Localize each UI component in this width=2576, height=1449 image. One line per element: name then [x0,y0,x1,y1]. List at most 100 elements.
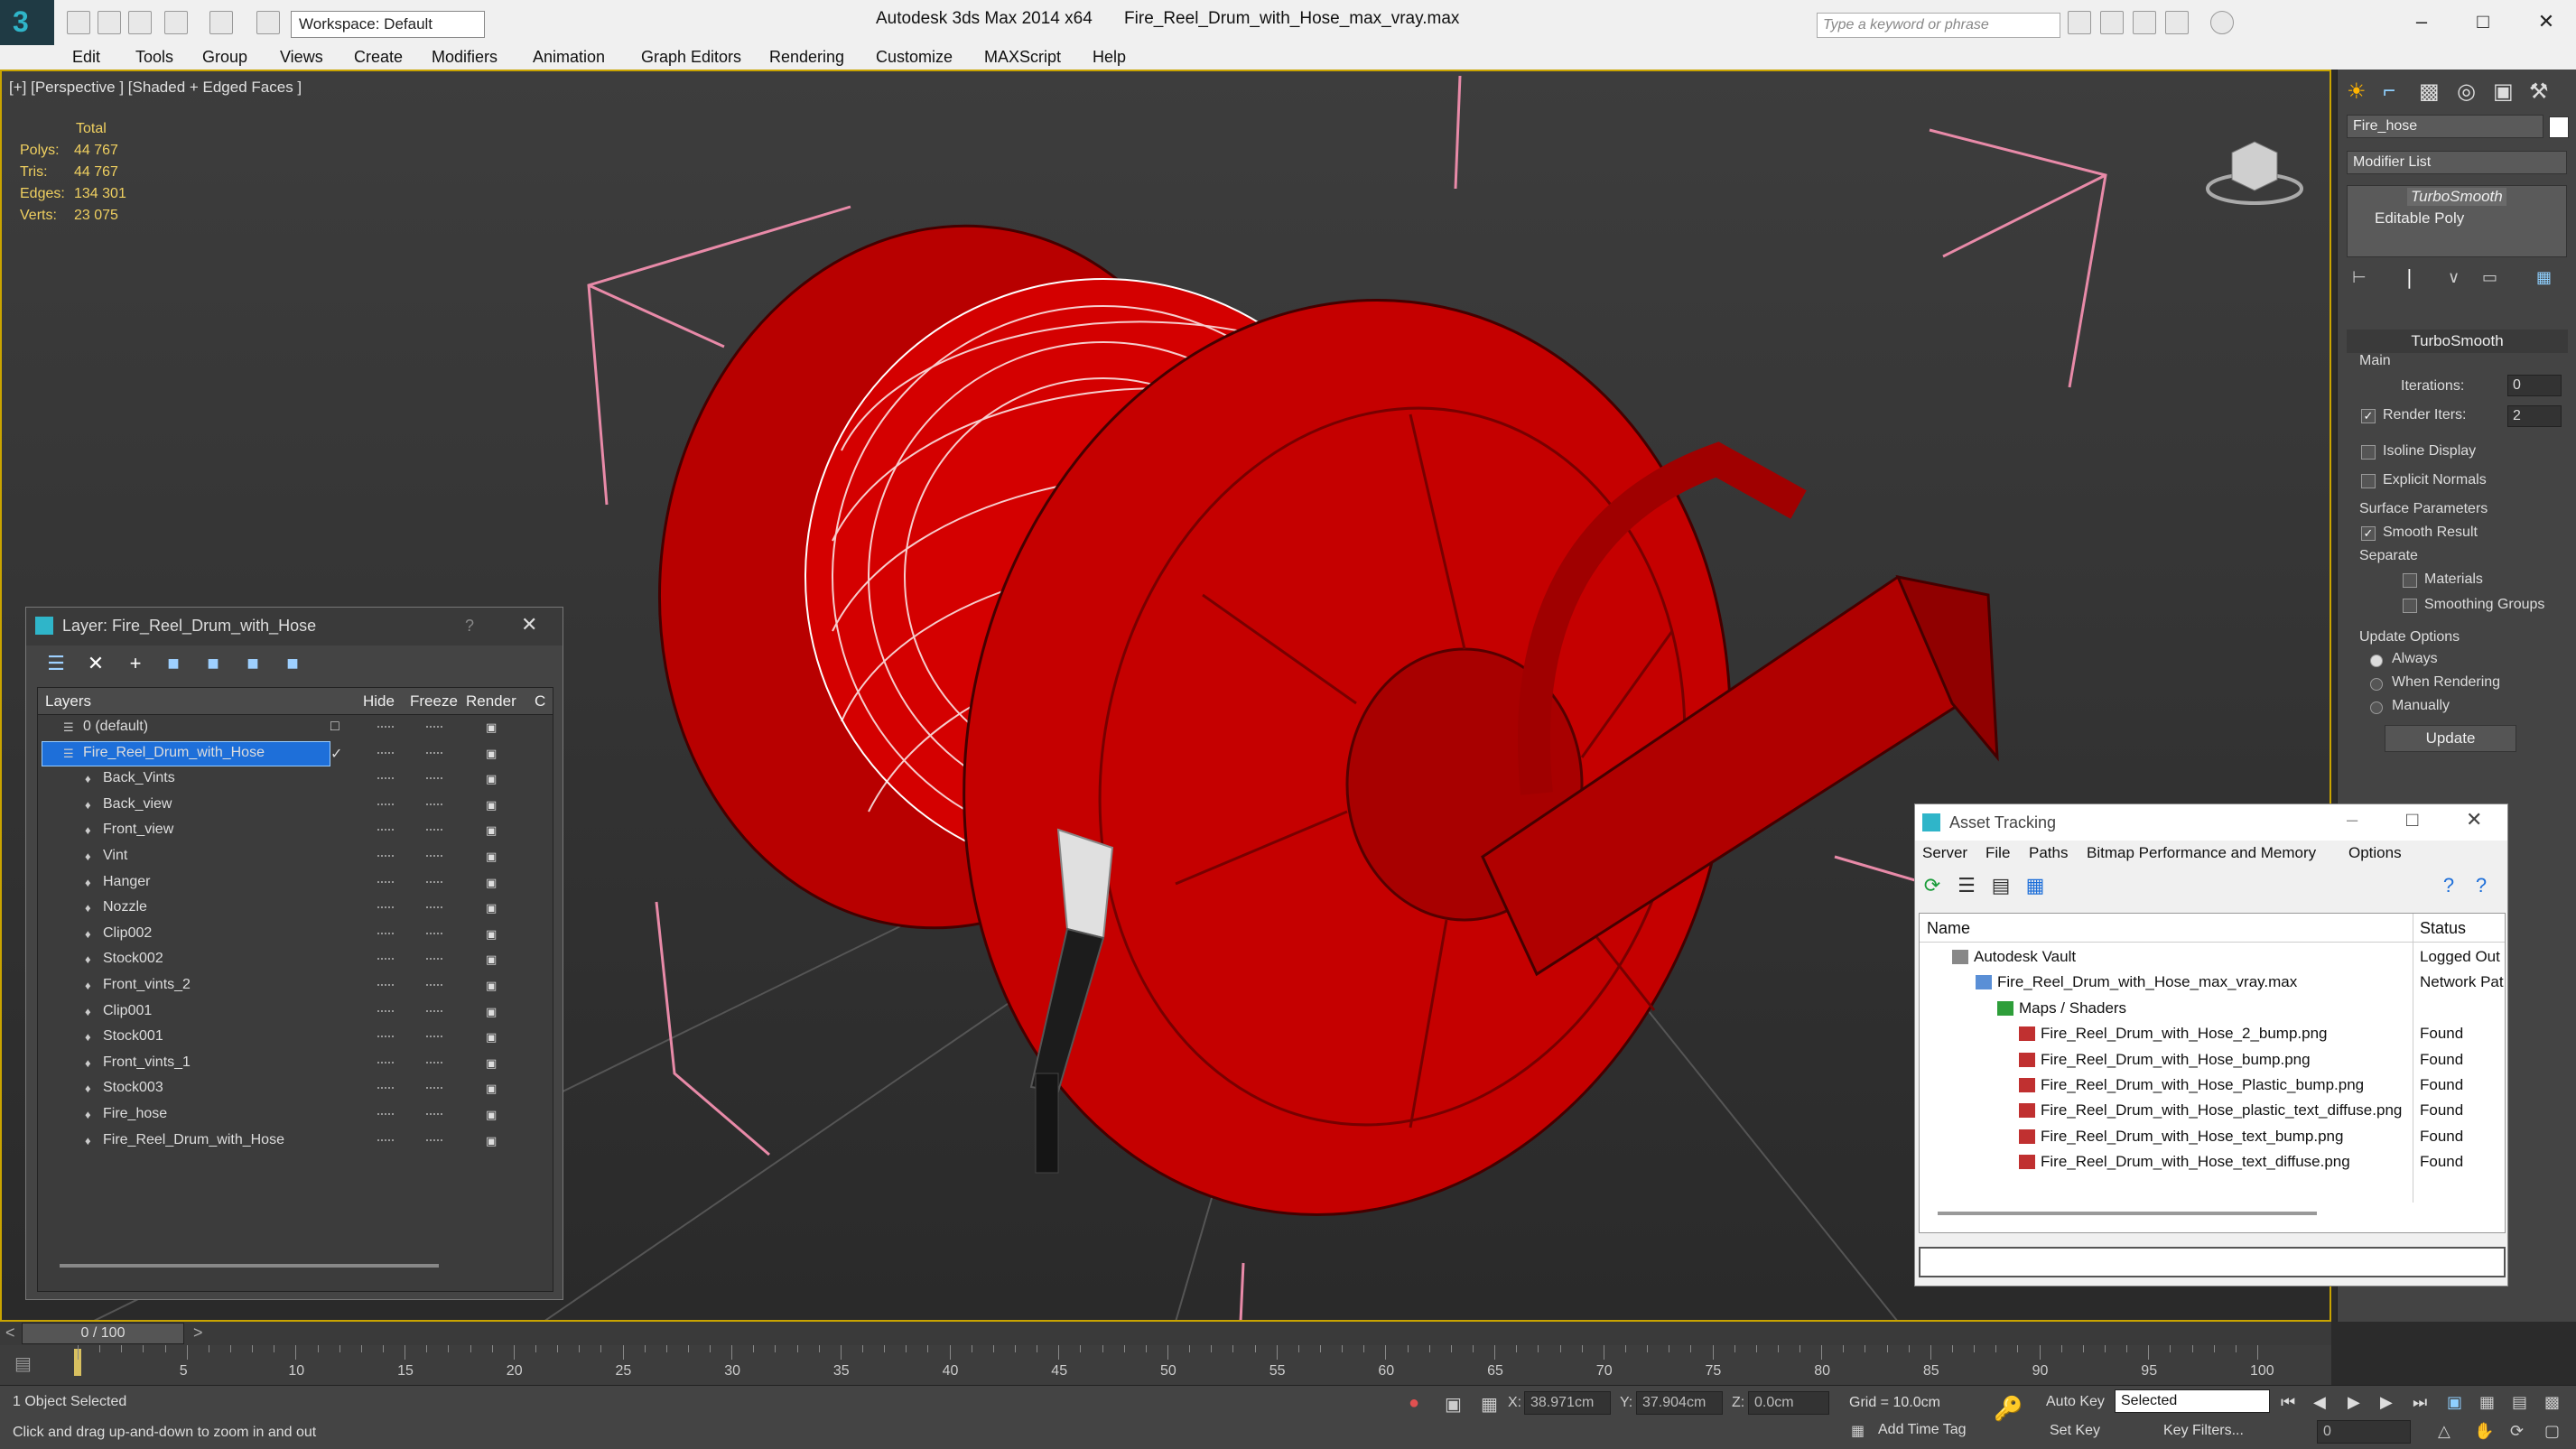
track-bar[interactable]: ▤ 5 10 15 20 25 30 35 40 45 50 55 60 65 70 75 80 85 90 95 1… [0,1345,2331,1385]
col-layers[interactable]: Layers [45,692,91,711]
close-button[interactable]: ✕ [2466,808,2482,831]
undo-icon[interactable] [164,11,188,34]
asset-row[interactable]: Maps / Shaders [1920,996,2505,1021]
current-frame-field[interactable]: 0 [2317,1420,2411,1444]
zoom-extents-all-icon[interactable]: ▩ [2544,1393,2560,1412]
render-teapot-icon[interactable]: ▣ [486,720,502,735]
asset-row[interactable]: Fire_Reel_Drum_with_Hose_plastic_text_di… [1920,1098,2505,1123]
layer-row[interactable]: ♦ Fire_hose ▣ [38,1102,553,1128]
freeze-toggle[interactable] [426,777,442,780]
stack-item-turbosmooth[interactable]: TurboSmooth [2407,188,2506,206]
hide-toggle[interactable] [377,1138,394,1142]
favorites-star-icon[interactable] [2165,11,2189,34]
active-layer-box-icon[interactable]: □ [330,719,339,735]
freeze-all-icon[interactable]: ■ [281,653,304,676]
iterations-spinner[interactable]: 0 [2507,375,2562,396]
hide-toggle[interactable] [377,1036,394,1038]
table-view-icon[interactable]: ▦ [2023,875,2047,898]
freeze-toggle[interactable] [426,1087,442,1090]
layer-name[interactable]: Clip002 [103,925,152,942]
new-layer-icon[interactable]: ☰ [44,653,68,676]
col-status[interactable]: Status [2420,919,2466,938]
render-teapot-icon[interactable]: ▣ [486,798,502,813]
modify-tab-icon[interactable]: ⌐ [2383,79,2395,104]
layer-name[interactable]: Back_Vints [103,770,175,786]
time-slider[interactable]: < 0 / 100 > [0,1322,2331,1345]
key-filters-button[interactable]: Key Filters... [2158,1420,2266,1442]
app-logo-icon[interactable]: 3 [0,0,54,45]
render-iters-spinner[interactable]: 2 [2507,405,2562,427]
freeze-toggle[interactable] [426,984,442,987]
layer-explorer-window[interactable]: Layer: Fire_Reel_Drum_with_Hose ? ✕ ☰ ✕ … [25,607,563,1300]
explicit-normals-checkbox[interactable] [2361,474,2376,488]
horizontal-scrollbar[interactable] [60,1264,439,1268]
asset-row[interactable]: Fire_Reel_Drum_with_Hose_bump.png Found [1920,1047,2505,1073]
utilities-tab-icon[interactable]: ⚒ [2529,79,2549,105]
help-button[interactable]: ? [465,617,474,636]
hide-toggle[interactable] [377,1009,394,1013]
isoline-checkbox[interactable] [2361,445,2376,460]
binoculars-icon[interactable] [2068,11,2091,34]
add-time-tag[interactable]: Add Time Tag [1878,1422,1967,1438]
subscription-icon[interactable] [2100,11,2124,34]
layer-row[interactable]: ♦ Fire_Reel_Drum_with_Hose ▣ [38,1129,553,1154]
layer-name[interactable]: Front_vints_2 [103,977,191,993]
new-file-icon[interactable] [67,11,90,34]
layer-row[interactable]: ☰ Fire_Reel_Drum_with_Hose ✓ ▣ [38,740,553,766]
maximize-button[interactable]: □ [2406,808,2418,831]
isolate-icon[interactable]: ● [1409,1393,1419,1414]
layer-row[interactable]: ♦ Back_Vints ▣ [38,766,553,792]
layer-name[interactable]: Hanger [103,874,150,890]
help-icon[interactable] [2210,11,2234,34]
auto-key-button[interactable]: Auto Key [2041,1391,2111,1413]
x-coordinate-field[interactable]: 38.971cm [1524,1391,1611,1415]
asset-menu-bitmap[interactable]: Bitmap Performance and Memory [2087,844,2316,862]
layer-row[interactable]: ♦ Stock001 ▣ [38,1025,553,1050]
layer-row[interactable]: ♦ Stock002 ▣ [38,947,553,972]
layer-row[interactable]: ♦ Vint ▣ [38,844,553,869]
hide-toggle[interactable] [377,984,394,987]
asset-row[interactable]: Fire_Reel_Drum_with_Hose_Plastic_bump.pn… [1920,1073,2505,1098]
render-teapot-icon[interactable]: ▣ [486,1030,502,1045]
key-mode-icon[interactable]: 🔑 [1994,1395,2023,1423]
menu-group[interactable]: Group [202,48,247,67]
hide-toggle[interactable] [377,777,394,780]
list-view-icon[interactable]: ☰ [1955,875,1978,898]
layer-name[interactable]: Fire_Reel_Drum_with_Hose [103,1132,284,1148]
redo-icon[interactable] [209,11,233,34]
configure-sets-icon[interactable]: ▦ [2536,268,2552,287]
layer-name[interactable]: Front_vints_1 [103,1054,191,1071]
hide-toggle[interactable] [377,932,394,935]
layer-row[interactable]: ♦ Nozzle ▣ [38,896,553,921]
open-file-icon[interactable] [98,11,121,34]
always-radio[interactable] [2370,655,2383,667]
layer-name[interactable]: Back_view [103,796,172,813]
layer-name[interactable]: Vint [103,848,127,864]
layer-name[interactable]: Stock001 [103,1028,163,1045]
freeze-toggle[interactable] [426,726,442,729]
freeze-toggle[interactable] [426,1113,442,1116]
search-input[interactable]: Type a keyword or phrase [1817,13,2060,38]
create-tab-icon[interactable]: ☀ [2347,79,2367,105]
freeze-toggle[interactable] [426,855,442,858]
pin-stack-icon[interactable]: ⊢ [2352,268,2367,287]
smooth-result-checkbox[interactable]: ✓ [2361,526,2376,541]
object-name-field[interactable]: Fire_hose [2347,115,2543,138]
render-teapot-icon[interactable]: ▣ [486,823,502,838]
menu-edit[interactable]: Edit [72,48,100,67]
render-teapot-icon[interactable]: ▣ [486,1082,502,1096]
active-layer-check-icon[interactable]: ✓ [330,745,342,763]
orbit-icon[interactable]: ⟳ [2510,1422,2524,1441]
hide-toggle[interactable] [377,829,394,831]
zoom-all-icon[interactable]: ▦ [2479,1393,2495,1412]
layer-row[interactable]: ♦ Back_view ▣ [38,793,553,818]
menu-help[interactable]: Help [1093,48,1126,67]
hierarchy-tab-icon[interactable]: ▩ [2419,79,2440,105]
menu-graph-editors[interactable]: Graph Editors [641,48,741,67]
key-filter-dropdown[interactable]: Selected [2115,1389,2270,1413]
workspace-dropdown[interactable]: Workspace: Default [291,11,485,38]
freeze-toggle[interactable] [426,829,442,831]
absolute-mode-icon[interactable]: ▦ [1481,1393,1498,1416]
save-file-icon[interactable] [128,11,152,34]
zoom-icon[interactable]: ▣ [2447,1393,2462,1412]
